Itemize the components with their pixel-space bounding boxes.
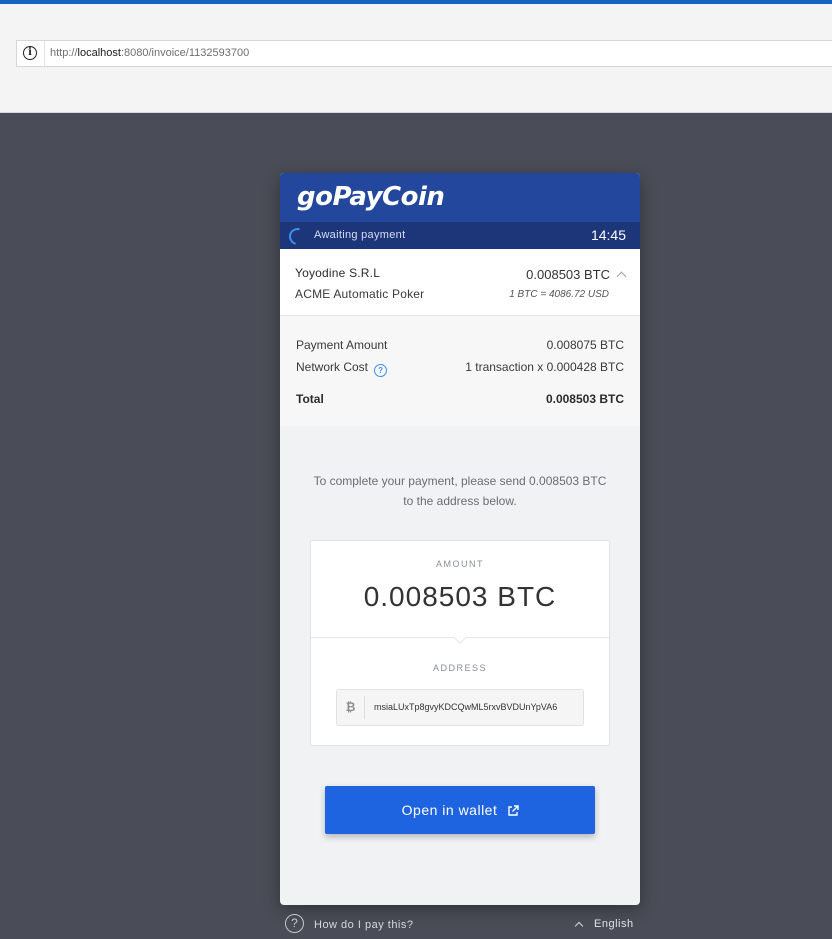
url-prefix: http:// <box>50 47 78 59</box>
total-value: 0.008503 BTC <box>545 392 624 406</box>
network-cost-label-wrap: Network Cost? <box>296 360 388 377</box>
bitcoin-icon: ₿ <box>345 700 356 714</box>
open-in-wallet-button[interactable]: Open in wallet <box>325 786 595 834</box>
chevron-up-icon[interactable] <box>616 271 627 282</box>
order-total: 0.008503 BTC <box>526 267 610 282</box>
open-in-wallet-label: Open in wallet <box>401 802 498 818</box>
payment-breakdown: Payment Amount 0.008075 BTC Network Cost… <box>280 316 640 426</box>
brand-logo: goPayCoin <box>297 182 445 212</box>
status-bar: Awaiting payment 14:45 <box>280 222 640 249</box>
language-selector[interactable]: English <box>594 918 634 930</box>
question-icon[interactable]: ? <box>374 364 388 377</box>
address-field[interactable]: ₿ msiaLUxTp8gvyKDCQwML5rxvBVDUnYpVA6 <box>336 689 584 726</box>
chevron-up-icon[interactable] <box>574 921 584 931</box>
total-label: Total <box>296 392 324 406</box>
bitcoin-address[interactable]: msiaLUxTp8gvyKDCQwML5rxvBVDUnYpVA6 <box>374 702 557 712</box>
exchange-rate: 1 BTC = 4086.72 USD <box>509 289 609 300</box>
help-question-icon[interactable]: ? <box>285 914 304 933</box>
amount-value[interactable]: 0.008503 BTC <box>311 581 609 613</box>
browser-accent-line <box>0 0 832 4</box>
payment-instructions: To complete your payment, please send 0.… <box>313 474 607 508</box>
browser-chrome: ° i http://localhost:8080/invoice/113259… <box>0 0 832 113</box>
payment-amount-label: Payment Amount <box>296 338 388 352</box>
amount-label: AMOUNT <box>436 559 484 569</box>
url-rest: :8080/invoice/1132593700 <box>120 47 250 59</box>
external-link-icon <box>507 805 520 816</box>
brand-bar: goPayCoin <box>280 173 640 222</box>
address-bar[interactable]: i http://localhost:8080/invoice/11325937… <box>16 40 832 67</box>
url-host: localhost <box>77 47 121 59</box>
countdown-timer: 14:45 <box>590 227 626 243</box>
help-link[interactable]: How do I pay this? <box>314 919 414 931</box>
url-text[interactable]: http://localhost:8080/invoice/1132593700 <box>50 47 249 59</box>
divider-notch <box>452 629 468 645</box>
payment-amount-value: 0.008075 BTC <box>546 338 624 352</box>
address-label: ADDRESS <box>432 663 487 673</box>
site-info-icon[interactable]: i <box>23 46 37 60</box>
network-cost-value: 1 transaction x 0.000428 BTC <box>465 360 624 374</box>
address-bar-divider <box>44 41 45 66</box>
merchant-name: Yoyodine S.R.L <box>295 266 381 280</box>
payment-status: Awaiting payment <box>314 229 406 241</box>
item-description: ACME Automatic Poker <box>295 287 425 301</box>
loading-spinner-icon <box>285 224 310 249</box>
checkout-card: goPayCoin Awaiting payment 14:45 Yoyodin… <box>280 173 640 905</box>
order-summary[interactable]: Yoyodine S.R.L ACME Automatic Poker 0.00… <box>280 249 640 316</box>
address-field-divider <box>364 696 365 719</box>
payment-details-box: AMOUNT 0.008503 BTC ADDRESS ₿ msiaLUxTp8… <box>310 540 610 746</box>
network-cost-label: Network Cost <box>296 360 369 374</box>
